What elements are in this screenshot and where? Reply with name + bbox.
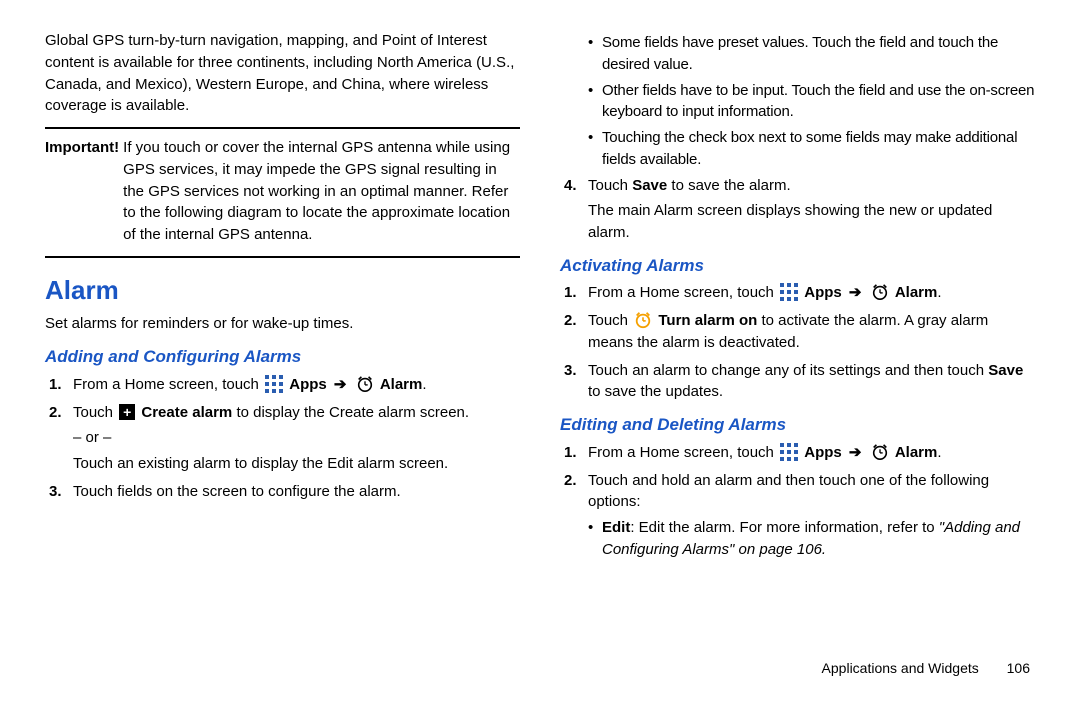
adding-step-3: Touch fields on the screen to configure … [45,481,520,503]
alarm-on-icon [634,311,652,329]
apps-icon [265,375,283,393]
step2-alt: Touch an existing alarm to display the E… [73,453,520,475]
edit-option-edit: Edit: Edit the alarm. For more informati… [588,517,1035,561]
editing-step-1: From a Home screen, touch Apps ➔ Alarm. [560,442,1035,464]
adding-step-2: Touch + Create alarm to display the Crea… [45,402,520,475]
activating-step-2: Touch Turn alarm on to activate the alar… [560,310,1035,354]
column-left: Global GPS turn-by-turn navigation, mapp… [45,30,520,650]
apps-icon [780,443,798,461]
create-alarm-label: Create alarm [141,404,232,421]
heading-alarm: Alarm [45,272,520,310]
editing-options-list: Edit: Edit the alarm. For more informati… [588,517,1035,561]
editing-step-2: Touch and hold an alarm and then touch o… [560,470,1035,561]
clock-icon [871,443,889,461]
plus-icon: + [119,404,135,420]
turn-alarm-on-label: Turn alarm on [658,312,757,329]
activating-step-3: Touch an alarm to change any of its sett… [560,360,1035,404]
adding-step-4-list: Touch Save to save the alarm. The main A… [560,175,1035,244]
arrow-icon: ➔ [849,444,862,461]
arrow-icon: ➔ [334,376,347,393]
apps-label: Apps [289,376,327,393]
editing-steps-list: From a Home screen, touch Apps ➔ Alarm. … [560,442,1035,561]
apps-icon [780,283,798,301]
activating-steps-list: From a Home screen, touch Apps ➔ Alarm. … [560,282,1035,403]
field-note-2: Other fields have to be input. Touch the… [588,80,1035,124]
chapter-title: Applications and Widgets [822,660,979,676]
alarm-label: Alarm [380,376,423,393]
step4-result: The main Alarm screen displays showing t… [588,200,1035,244]
intro-paragraph: Global GPS turn-by-turn navigation, mapp… [45,30,520,117]
clock-icon [871,283,889,301]
adding-step-1: From a Home screen, touch Apps ➔ Alarm. [45,374,520,396]
heading-editing: Editing and Deleting Alarms [560,413,1035,438]
save-label: Save [632,177,667,194]
important-note-box: Important! If you touch or cover the int… [45,127,520,258]
clock-icon [356,375,374,393]
page-footer: Applications and Widgets 106 [0,660,1080,676]
arrow-icon: ➔ [849,284,862,301]
alarm-subtext: Set alarms for reminders or for wake-up … [45,313,520,335]
page-body: Global GPS turn-by-turn navigation, mapp… [0,0,1080,660]
activating-step-1: From a Home screen, touch Apps ➔ Alarm. [560,282,1035,304]
page-number: 106 [1007,660,1030,676]
important-text: If you touch or cover the internal GPS a… [123,137,520,246]
field-notes-list: Some fields have preset values. Touch th… [588,32,1035,171]
adding-steps-list: From a Home screen, touch Apps ➔ Alarm. … [45,374,520,503]
column-right: Some fields have preset values. Touch th… [560,30,1035,650]
field-note-3: Touching the check box next to some fiel… [588,127,1035,171]
adding-step-4: Touch Save to save the alarm. The main A… [560,175,1035,244]
important-label: Important! [45,137,123,246]
heading-adding: Adding and Configuring Alarms [45,345,520,370]
heading-activating: Activating Alarms [560,254,1035,279]
field-note-1: Some fields have preset values. Touch th… [588,32,1035,76]
or-divider: – or – [73,427,520,449]
